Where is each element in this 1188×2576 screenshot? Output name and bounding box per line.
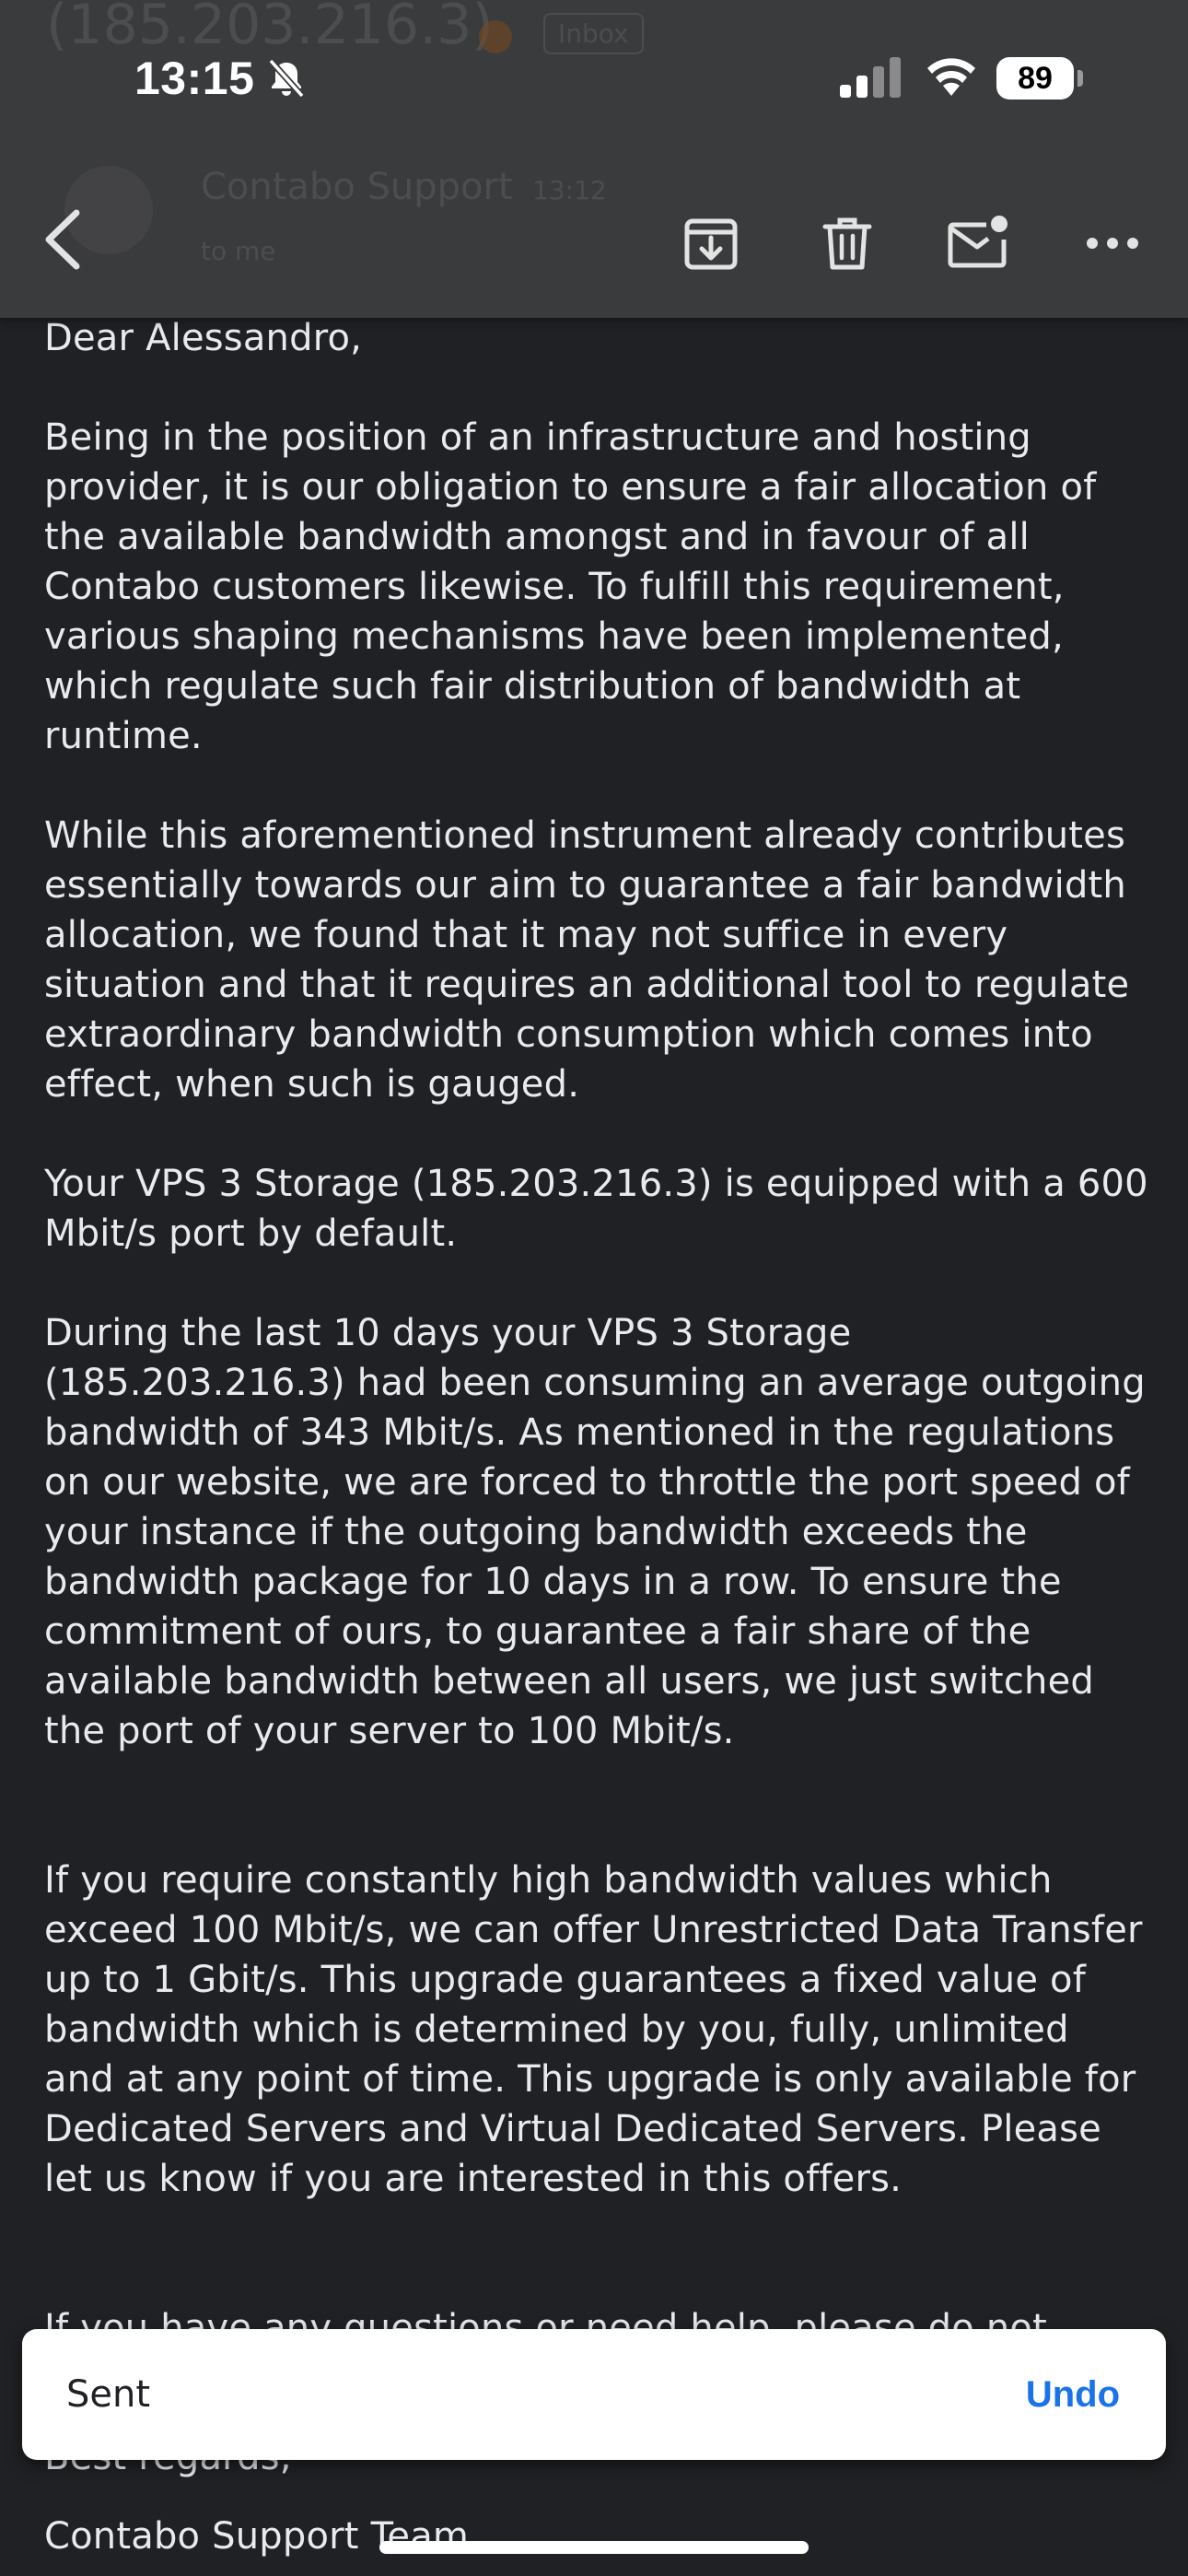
back-button[interactable]: [26, 198, 99, 281]
more-horizontal-icon: [1087, 238, 1138, 249]
more-options-button[interactable]: [1074, 205, 1151, 282]
battery-indicator: 89: [996, 57, 1074, 100]
trash-icon: [822, 217, 872, 270]
mark-unread-icon: [948, 216, 1007, 268]
email-paragraph: During the last 10 days your VPS 3 Stora…: [44, 1312, 1146, 1752]
screen: Dear Alessandro, Being in the position o…: [0, 0, 1188, 2576]
recipient-line: to me: [201, 236, 276, 266]
top-app-bar: (185.203.216.3) Inbox Contabo Support 13…: [0, 0, 1188, 318]
email-body: Dear Alessandro, Being in the position o…: [44, 313, 1149, 2561]
importance-marker-icon: [479, 20, 512, 53]
sent-snackbar: Sent Undo: [22, 2329, 1166, 2460]
mark-unread-button[interactable]: [939, 205, 1017, 282]
status-bar-time: 13:15: [134, 53, 255, 104]
bell-slash-icon: [268, 58, 305, 99]
home-indicator[interactable]: [379, 2541, 809, 2554]
sender-name: Contabo Support: [201, 166, 513, 208]
wifi-icon: [927, 58, 975, 96]
email-paragraph: Dear Alessandro,: [44, 317, 363, 359]
email-paragraph: If you require constantly high bandwidth…: [44, 1859, 1143, 2200]
email-paragraph: Your VPS 3 Storage (185.203.216.3) is eq…: [44, 1163, 1148, 1255]
email-time: 13:12: [532, 175, 607, 205]
inbox-label: Inbox: [543, 13, 644, 54]
snackbar-message: Sent: [66, 2373, 151, 2416]
email-subject: (185.203.216.3): [46, 0, 494, 57]
undo-button[interactable]: Undo: [1026, 2374, 1120, 2416]
archive-button[interactable]: [672, 205, 750, 282]
back-arrow-icon: [45, 209, 80, 270]
archive-icon: [684, 218, 738, 270]
cellular-signal-icon: [840, 57, 901, 98]
delete-button[interactable]: [809, 205, 886, 282]
battery-cap: [1077, 70, 1083, 87]
email-paragraph: While this aforementioned instrument alr…: [44, 814, 1130, 1106]
email-paragraph: Being in the position of an infrastructu…: [44, 416, 1097, 757]
